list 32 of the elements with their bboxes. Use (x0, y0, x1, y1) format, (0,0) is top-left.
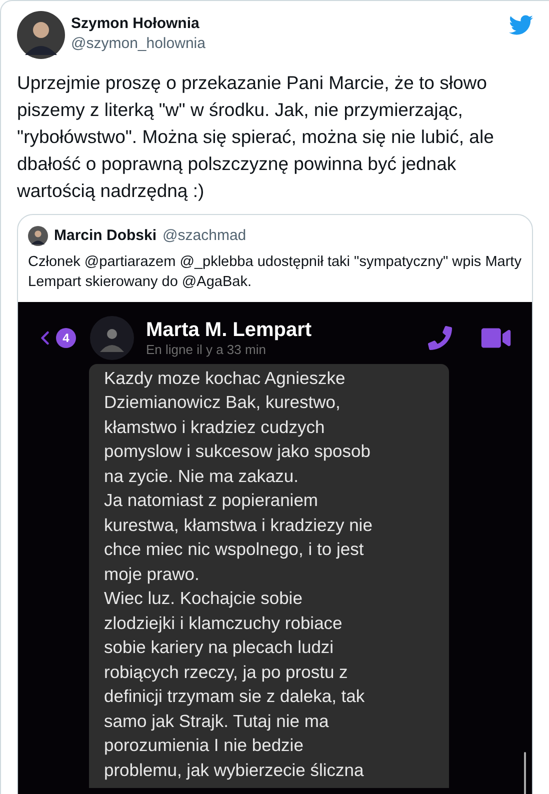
message-line: robiących rzeczy, ja po prostu z (104, 660, 349, 684)
message-line: kłamstwo i kradziez cudzych (104, 416, 326, 439)
contact-status: En ligne il y a 33 min (146, 342, 267, 358)
message-line: Wiec luz. Kochajcie sobie (104, 587, 304, 610)
quoted-author-name[interactable]: Marcin Dobski (54, 225, 157, 248)
message-line: chce miec nic wspolnego, i to jest (104, 538, 365, 561)
author-avatar (17, 11, 65, 59)
message-line: moje prawo. (104, 562, 200, 586)
phone-icon[interactable] (428, 326, 452, 350)
message-line: Kazdy moze kochac Agnieszke (104, 366, 346, 390)
message-line: zlodziejki i klamczuchy robiace (104, 612, 344, 635)
quoted-author-handle[interactable]: @szachmad (162, 225, 246, 248)
message-line: samo jak Strajk. Tutaj nie ma (104, 710, 330, 733)
message-line: sobie kariery na plecach ludzi (104, 636, 335, 659)
message-line: pomyslow i sukcesow jako sposob (104, 440, 372, 463)
message-line: definicji trzymam sie z daleka, tak (104, 685, 366, 708)
author-name[interactable]: Szymon Hołownia (71, 14, 206, 34)
message-line: na zycie. Nie ma zakazu. (104, 464, 300, 488)
scrollbar (524, 752, 526, 794)
tweet-text: Uprzejmie proszę o przekazanie Pani Marcie, że to słowo piszemy z literką "w" w środku. Jak, nie przymierzając, "rybołówstwo". Można się spierać, można się nie lubić, ale dbałość o poprawną polszczyznę powinna być jednak wartością nadrzędną :) (16, 71, 495, 203)
message-line: porozumienia I nie bedzie (104, 734, 304, 757)
unread-badge: 4 (56, 328, 76, 348)
quoted-avatar (28, 226, 48, 246)
message-line: kurestwa, kłamstwa i kradziezy nie (104, 514, 374, 537)
contact-avatar (90, 316, 134, 360)
message-line: Dziemianowicz Bak, kurestwo, (104, 391, 342, 414)
bird-logo-icon[interactable] (509, 13, 533, 37)
message-line: Ja natomiast z popieraniem (104, 489, 319, 512)
author-handle[interactable]: @szymon_holownia (71, 34, 206, 54)
contact-name: Marta M. Lempart (146, 318, 312, 342)
message-line: problemu, jak wybierzecie śliczna (104, 758, 365, 782)
quoted-tweet-text: Członek @partiarazem @_pklebba udostępnił taki "sympatyczny" wpis Marty Lempart skierowany do @AgaBak. (27, 252, 522, 292)
